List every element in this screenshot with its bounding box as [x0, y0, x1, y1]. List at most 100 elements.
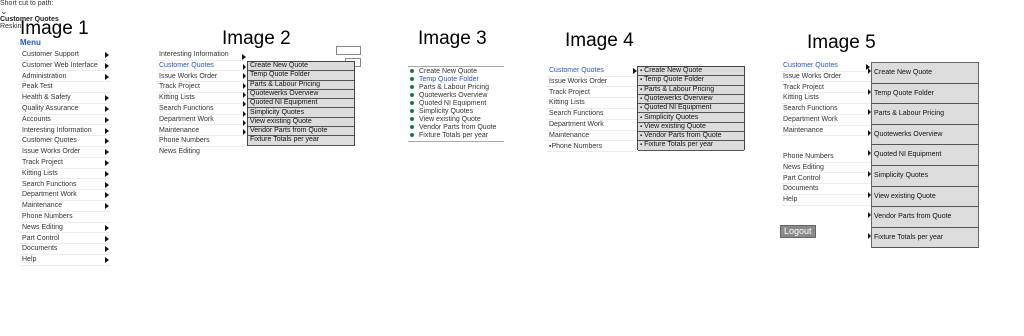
- menu-item[interactable]: Quality Assurance: [22, 105, 78, 112]
- flyout-item[interactable]: Parts & Labour Pricing: [248, 80, 354, 90]
- bullet-icon: [410, 125, 414, 130]
- menu-item[interactable]: Track Project: [22, 159, 63, 166]
- menu-item[interactable]: Phone Numbers: [159, 137, 210, 144]
- quote-menu-item[interactable]: Create New Quote: [410, 68, 477, 75]
- menu-item[interactable]: Track Project: [783, 84, 824, 91]
- menu-item[interactable]: Customer Quotes: [549, 67, 604, 74]
- flyout-item[interactable]: Vendor Parts from Quote: [248, 127, 354, 137]
- flyout-item[interactable]: Simplicity Quotes: [248, 108, 354, 118]
- chevron-down-icon[interactable]: ⌄: [0, 7, 1024, 16]
- menu-item[interactable]: Department Work: [22, 191, 77, 198]
- menu-item[interactable]: Department Work: [159, 116, 214, 123]
- menu-item[interactable]: Accounts: [22, 116, 51, 123]
- flyout-item[interactable]: Quotewerks Overview: [638, 94, 744, 105]
- menu-item[interactable]: News Editing: [159, 148, 200, 155]
- menu-item[interactable]: News Editing: [783, 164, 824, 171]
- chevron-right-icon: [105, 246, 109, 253]
- quote-menu-item[interactable]: Simplicity Quotes: [410, 108, 473, 115]
- menu-item[interactable]: Kitting Lists: [22, 170, 58, 177]
- flyout-item[interactable]: Quoted NI Equipment: [638, 104, 744, 114]
- flyout-item[interactable]: Simplicity Quotes: [638, 113, 744, 123]
- bullet-icon: [410, 101, 414, 106]
- menu-item[interactable]: Help: [783, 196, 797, 203]
- item-divider: [20, 243, 110, 245]
- quote-menu-label: View existing Quote: [419, 116, 481, 123]
- flyout-item[interactable]: Temp Quote Folder: [872, 83, 978, 105]
- menu-item[interactable]: Maintenance: [783, 127, 823, 134]
- reskin-link[interactable]: Reskin: [0, 23, 1024, 30]
- quote-menu-item[interactable]: Parts & Labour Pricing: [410, 84, 489, 91]
- flyout-item[interactable]: Fixture Totals per year: [248, 136, 354, 146]
- flyout-item[interactable]: Fixture Totals per year: [872, 227, 978, 249]
- panel-3-menu: Customer Quotes Create New Quote Temp Quo…: [0, 16, 1024, 142]
- menu-item[interactable]: Health & Safety: [22, 94, 71, 101]
- flyout-item[interactable]: Quotewerks Overview: [872, 124, 978, 146]
- quote-menu-item[interactable]: Quotewerks Overview: [410, 92, 487, 99]
- menu-item[interactable]: Part Control: [22, 235, 59, 242]
- menu-item[interactable]: Documents: [783, 185, 818, 192]
- flyout-item[interactable]: Fixture Totals per year: [638, 141, 744, 151]
- menu-item[interactable]: Phone Numbers: [22, 213, 73, 220]
- flyout-item[interactable]: Temp Quote Folder: [638, 76, 744, 86]
- menu-item[interactable]: Maintenance: [159, 127, 199, 134]
- menu-item[interactable]: Peak Test: [22, 83, 53, 90]
- flyout-item[interactable]: Create New Quote: [638, 67, 744, 77]
- chevron-right-icon: [105, 203, 109, 210]
- flyout-item[interactable]: Vendor Parts from Quote: [872, 207, 978, 228]
- menu-item[interactable]: Customer Quotes: [159, 62, 214, 69]
- menu-item[interactable]: Customer Support: [22, 51, 79, 58]
- flyout-item[interactable]: Temp Quote Folder: [248, 71, 354, 81]
- menu-item[interactable]: Issue Works Order: [549, 78, 607, 85]
- menu-item[interactable]: Interesting Information: [159, 51, 229, 58]
- menu-item[interactable]: Phone Numbers: [783, 153, 834, 160]
- item-divider: [781, 204, 871, 206]
- menu-item[interactable]: Issue Works Order: [159, 73, 217, 80]
- menu-item[interactable]: Search Functions: [159, 105, 213, 112]
- menu-item[interactable]: Part Control: [783, 175, 820, 182]
- menu-item[interactable]: Issue Works Order: [783, 73, 841, 80]
- menu-item[interactable]: Documents: [22, 245, 57, 252]
- chevron-right-icon: [105, 127, 109, 134]
- menu-item[interactable]: Kitting Lists: [549, 99, 585, 106]
- menu-item[interactable]: Customer Quotes: [783, 62, 838, 69]
- menu-item[interactable]: Customer Quotes: [22, 137, 77, 144]
- menu-item[interactable]: Kitting Lists: [783, 94, 819, 101]
- flyout-item[interactable]: Simplicity Quotes: [872, 166, 978, 187]
- flyout-item[interactable]: Parts & Labour Pricing: [638, 85, 744, 95]
- menu-item[interactable]: Help: [22, 256, 36, 263]
- flyout-item[interactable]: Vendor Parts from Quote: [638, 132, 744, 142]
- quote-menu-item[interactable]: Fixture Totals per year: [410, 132, 488, 139]
- menu-item[interactable]: Track Project: [159, 83, 200, 90]
- menu-item[interactable]: Track Project: [549, 89, 590, 96]
- flyout-item[interactable]: Quoted NI Equipment: [248, 99, 354, 109]
- menu-item[interactable]: News Editing: [22, 224, 63, 231]
- menu-item[interactable]: Search Functions: [549, 110, 603, 117]
- flyout-item[interactable]: Quotewerks Overview: [248, 89, 354, 100]
- flyout-item[interactable]: Parts & Labour Pricing: [872, 104, 978, 125]
- flyout-item[interactable]: View existing Quote: [638, 122, 744, 133]
- quote-menu-item[interactable]: Vendor Parts from Quote: [410, 124, 496, 131]
- quote-menu-item[interactable]: Temp Quote Folder: [410, 76, 479, 83]
- menu-item[interactable]: Maintenance: [549, 132, 589, 139]
- menu-item[interactable]: Customer Web Interface: [22, 62, 98, 69]
- menu-item[interactable]: Issue Works Order: [22, 148, 80, 155]
- menu-item[interactable]: Search Functions: [22, 181, 76, 188]
- menu-item[interactable]: ▪Phone Numbers: [549, 143, 602, 150]
- flyout-item[interactable]: View existing Quote: [248, 117, 354, 128]
- flyout-item[interactable]: Create New Quote: [872, 63, 978, 84]
- logout-button[interactable]: Logout: [780, 225, 816, 238]
- quote-menu-item[interactable]: View existing Quote: [410, 116, 481, 123]
- menu-item[interactable]: Department Work: [549, 121, 604, 128]
- menu-item[interactable]: Maintenance: [22, 202, 62, 209]
- item-divider: [20, 91, 110, 93]
- menu-item[interactable]: Department Work: [783, 116, 838, 123]
- menu-item[interactable]: Kitting Lists: [159, 94, 195, 101]
- menu-item[interactable]: Administration: [22, 73, 66, 80]
- quote-menu-item[interactable]: Quoted NI Equipment: [410, 100, 486, 107]
- flyout-item[interactable]: Create New Quote: [248, 62, 354, 72]
- shortcut-input[interactable]: [336, 46, 361, 55]
- menu-item[interactable]: Search Functions: [783, 105, 837, 112]
- flyout-item[interactable]: View existing Quote: [872, 186, 978, 208]
- flyout-item[interactable]: Quoted NI Equipment: [872, 145, 978, 166]
- menu-item[interactable]: Interesting Information: [22, 127, 92, 134]
